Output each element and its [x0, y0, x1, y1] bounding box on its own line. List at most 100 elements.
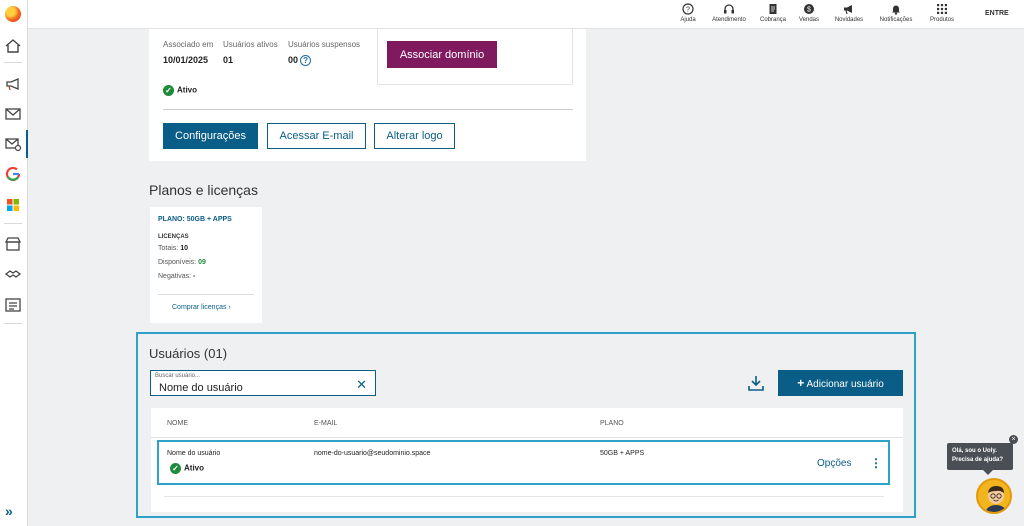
- add-user-button[interactable]: + Adicionar usuário: [778, 370, 903, 396]
- domain-card: Associado em 10/01/2025 Usuários ativos …: [149, 29, 586, 161]
- topbar-label: Notificações: [879, 17, 913, 23]
- suspended-users-label: Usuários suspensos: [288, 40, 361, 49]
- brand-logo[interactable]: [5, 6, 21, 22]
- column-header-plan: PLANO: [600, 420, 624, 427]
- associate-domain-button[interactable]: Associar domínio: [387, 41, 497, 68]
- topbar-billing[interactable]: Cobrança: [757, 3, 789, 23]
- divider: [164, 496, 884, 497]
- plus-icon: +: [797, 376, 805, 390]
- plan-name: PLANO: 50GB + APPS: [158, 216, 232, 223]
- windows-icon[interactable]: [4, 196, 22, 214]
- store-icon[interactable]: [4, 235, 22, 253]
- users-table: NOME E-MAIL PLANO Nome do usuário nome-d…: [151, 408, 903, 512]
- chat-line-1: Olá, sou o Uoly.: [952, 448, 997, 454]
- invoice-icon: [767, 3, 779, 15]
- help-icon[interactable]: ?: [300, 55, 312, 67]
- expand-sidebar-icon[interactable]: »: [5, 503, 13, 519]
- check-circle-icon: ✓: [170, 463, 181, 474]
- assistant-avatar-icon: [985, 486, 1007, 512]
- search-user-input[interactable]: Nome do usuário: [159, 382, 243, 394]
- headset-icon: [723, 3, 735, 15]
- mail-icon[interactable]: [4, 105, 22, 123]
- search-user-label: Buscar usuário...: [155, 373, 201, 379]
- topbar-label: Produtos: [929, 17, 954, 23]
- licenses-available-label: Disponíveis:: [158, 259, 197, 266]
- plans-section-title: Planos e licenças: [149, 182, 258, 198]
- mail-settings-icon[interactable]: [4, 135, 22, 153]
- options-link[interactable]: Opções: [817, 458, 851, 469]
- suspended-users-value-wrap: 00?: [288, 55, 360, 67]
- domain-status-label: Ativo: [177, 85, 197, 95]
- bell-icon: [890, 3, 902, 15]
- topbar-sales[interactable]: $ Vendas: [796, 3, 822, 23]
- list-icon[interactable]: [4, 296, 22, 314]
- sales-icon: $: [803, 3, 815, 15]
- divider: [151, 437, 903, 438]
- licenses-label: LICENÇAS: [158, 234, 189, 240]
- sidebar-divider: [4, 62, 22, 63]
- check-circle-icon: ✓: [163, 85, 174, 96]
- buy-licenses-link[interactable]: Comprar licenças ›: [172, 304, 231, 311]
- chat-avatar[interactable]: [976, 478, 1012, 514]
- users-panel: Usuários (01) Buscar usuário... Nome do …: [136, 332, 916, 518]
- topbar-help[interactable]: ? Ajuda: [675, 3, 701, 23]
- users-title: Usuários (01): [149, 346, 228, 361]
- domain-status: ✓ Ativo: [163, 85, 197, 96]
- topbar-label: Vendas: [798, 17, 820, 23]
- user-name: Nome do usuário: [167, 450, 221, 457]
- active-users-value: 01: [223, 55, 234, 65]
- active-indicator: [26, 130, 28, 158]
- topbar-news[interactable]: Novidades: [831, 3, 867, 23]
- licenses-total-label: Totais:: [158, 245, 179, 252]
- column-header-email: E-MAIL: [314, 420, 338, 427]
- home-icon[interactable]: [4, 37, 22, 55]
- add-user-label: Adicionar usuário: [806, 379, 884, 390]
- table-row[interactable]: Nome do usuário nome-do-usuario@seudomin…: [157, 440, 890, 485]
- licenses-denied: Negativas: -: [158, 273, 195, 280]
- user-email: nome-do-usuario@seudominio.space: [314, 450, 431, 457]
- grid-icon: [936, 3, 948, 15]
- licenses-denied-label: Negativas:: [158, 273, 192, 280]
- licenses-total: Totais: 10: [158, 245, 188, 252]
- user-status-label: Ativo: [184, 463, 204, 473]
- column-header-name: NOME: [167, 420, 188, 427]
- svg-text:$: $: [807, 7, 811, 14]
- active-users-stat: Usuários ativos 01: [223, 40, 278, 65]
- topbar-label: Novidades: [834, 17, 864, 23]
- user-status: ✓ Ativo: [170, 463, 204, 474]
- search-user-field[interactable]: Buscar usuário... Nome do usuário ✕: [150, 370, 376, 396]
- clear-icon[interactable]: ✕: [356, 377, 367, 393]
- topbar-label: Atendimento: [712, 17, 746, 23]
- configurations-button[interactable]: Configurações: [163, 123, 258, 149]
- chat-bubble[interactable]: Olá, sou o Uoly. Precisa de ajuda?: [947, 443, 1013, 475]
- more-vertical-icon[interactable]: ⋮: [870, 456, 882, 470]
- topbar-notifications[interactable]: Notificações: [876, 3, 916, 23]
- megaphone-icon: [843, 3, 855, 15]
- download-icon[interactable]: [747, 374, 765, 392]
- licenses-available-value: 09: [198, 259, 206, 266]
- sidebar-divider: [4, 323, 22, 324]
- suspended-users-stat: Usuários suspensos 00?: [288, 40, 361, 67]
- megaphone-icon[interactable]: [4, 75, 22, 93]
- suspended-users-value: 00: [288, 55, 299, 65]
- associated-stat: Associado em 10/01/2025: [163, 40, 213, 65]
- licenses-total-value: 10: [180, 245, 188, 252]
- access-email-button[interactable]: Acessar E-mail: [267, 123, 366, 149]
- licenses-denied-value: -: [193, 273, 196, 280]
- divider: [163, 109, 573, 110]
- topbar-products[interactable]: Produtos: [926, 3, 958, 23]
- plan-card: PLANO: 50GB + APPS LICENÇAS Totais: 10 D…: [150, 207, 262, 323]
- topbar-label: Cobrança: [759, 17, 786, 23]
- user-plan: 50GB + APPS: [600, 450, 645, 457]
- associated-value: 10/01/2025: [163, 55, 209, 65]
- associate-domain-box: Associar domínio: [377, 29, 573, 85]
- google-icon[interactable]: [4, 165, 22, 183]
- login-link[interactable]: ENTRE: [985, 10, 1009, 17]
- svg-text:?: ?: [686, 7, 690, 14]
- handshake-icon[interactable]: [4, 265, 22, 283]
- close-icon[interactable]: ×: [1009, 435, 1018, 444]
- divider: [158, 294, 254, 295]
- topbar-label: Ajuda: [680, 17, 696, 23]
- topbar-support[interactable]: Atendimento: [708, 3, 750, 23]
- change-logo-button[interactable]: Alterar logo: [374, 123, 455, 149]
